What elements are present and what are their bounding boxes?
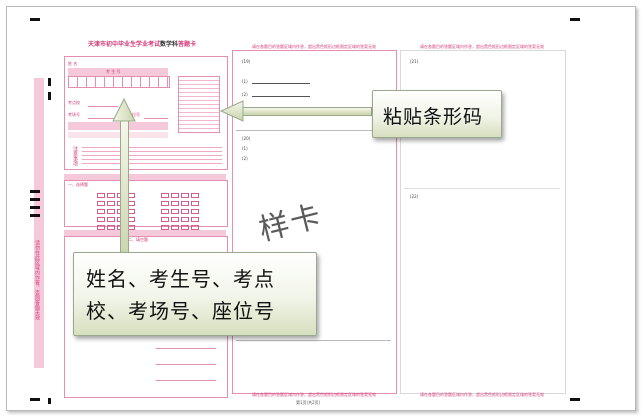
top-warning-right: 请在各题目的答题区域内作答，超出黑色矩形边框限定区域的答案无效 (420, 44, 544, 49)
answer-sheet-left: 天津市初中毕业生学业考试数学科答题卡 姓 名 考 生 号 考点校 考场号 座位号… (56, 40, 228, 398)
timing-mark (30, 190, 40, 193)
barcode-area (178, 76, 220, 133)
page-footer: 第1页(共2页) (296, 400, 321, 405)
top-warning-mid: 请在各题目的答题区域内作答，超出黑色矩形边框限定区域的答案无效 (252, 44, 376, 49)
barcode-arrow-head (220, 100, 244, 122)
side-strip-text: 请勿在此区域内作答，否则答题无效 (34, 240, 40, 320)
q19-2-line (252, 96, 310, 97)
section-fill-label: 二、填空题 (128, 237, 148, 242)
timing-mark (48, 398, 51, 404)
timing-mark (48, 92, 51, 100)
title-prefix: 天津市初中毕业生学业考试 (87, 41, 160, 48)
fill-line-2 (156, 364, 216, 365)
exam-id-boxes[interactable] (68, 76, 170, 88)
bottom-warning-right: 请在各题目的答题区域内作答，超出黑色矩形边框限定区域的答案无效 (420, 392, 544, 397)
field-school-label: 考点校 (68, 100, 80, 105)
identity-callout: 姓名、考生号、考点 校、考场号、座位号 (73, 252, 317, 336)
title-subject: 数学科 (159, 41, 178, 48)
identity-callout-line2: 校、考场号、座位号 (86, 299, 275, 323)
mid-divider (236, 340, 391, 341)
bottom-warning-mid: 请在各题目的答题区域内作答，超出黑色矩形边框限定区域的答案无效 (252, 392, 376, 397)
q20-label: (20) (242, 136, 251, 141)
id-footer-bar (68, 122, 168, 130)
q19-label: (19) (242, 59, 251, 64)
barcode-arrow-shaft (240, 107, 372, 116)
q20-divider (236, 130, 391, 131)
q20-2-label: (2) (242, 156, 248, 161)
title-suffix: 答题卡 (178, 41, 197, 48)
q19-1-label: (1) (242, 79, 248, 84)
identity-arrow-head (112, 98, 136, 122)
timing-mark (30, 206, 40, 209)
identity-arrow-shaft (120, 120, 129, 262)
barcode-callout: 粘贴条形码 (372, 90, 502, 138)
attention-label: 注意事项 (72, 146, 78, 166)
timing-mark (30, 214, 40, 217)
q21-label: (21) (410, 59, 419, 64)
timing-mark (48, 78, 51, 86)
field-exam-id-label: 考 生 号 (106, 69, 121, 74)
side-strip (34, 78, 44, 368)
q19-1-line (252, 83, 310, 84)
barcode-callout-text: 粘贴条形码 (383, 106, 484, 128)
attention-text (82, 144, 222, 166)
field-name-label: 姓 名 (68, 61, 78, 66)
timing-mark (30, 198, 40, 201)
identity-callout-line1: 姓名、考生号、考点 (86, 267, 275, 291)
choice-bubbles-right[interactable] (160, 190, 220, 230)
timing-mark (30, 398, 40, 401)
field-room-label: 考场号 (68, 112, 80, 117)
section-choice-label: 一、选择题 (68, 182, 88, 187)
sheet-title: 天津市初中毕业生学业考试数学科答题卡 (58, 42, 226, 48)
q22-label: (22) (410, 194, 419, 199)
id-footer-box (68, 132, 168, 138)
q20-1-label: (1) (242, 146, 248, 151)
seat-line (144, 118, 168, 119)
q19-2-label: (2) (242, 92, 248, 97)
right-divider (404, 188, 560, 189)
timing-mark (570, 398, 580, 401)
timing-mark (570, 18, 580, 21)
fill-line-3 (156, 380, 216, 381)
fill-line-1 (156, 348, 216, 349)
timing-mark (30, 18, 40, 21)
